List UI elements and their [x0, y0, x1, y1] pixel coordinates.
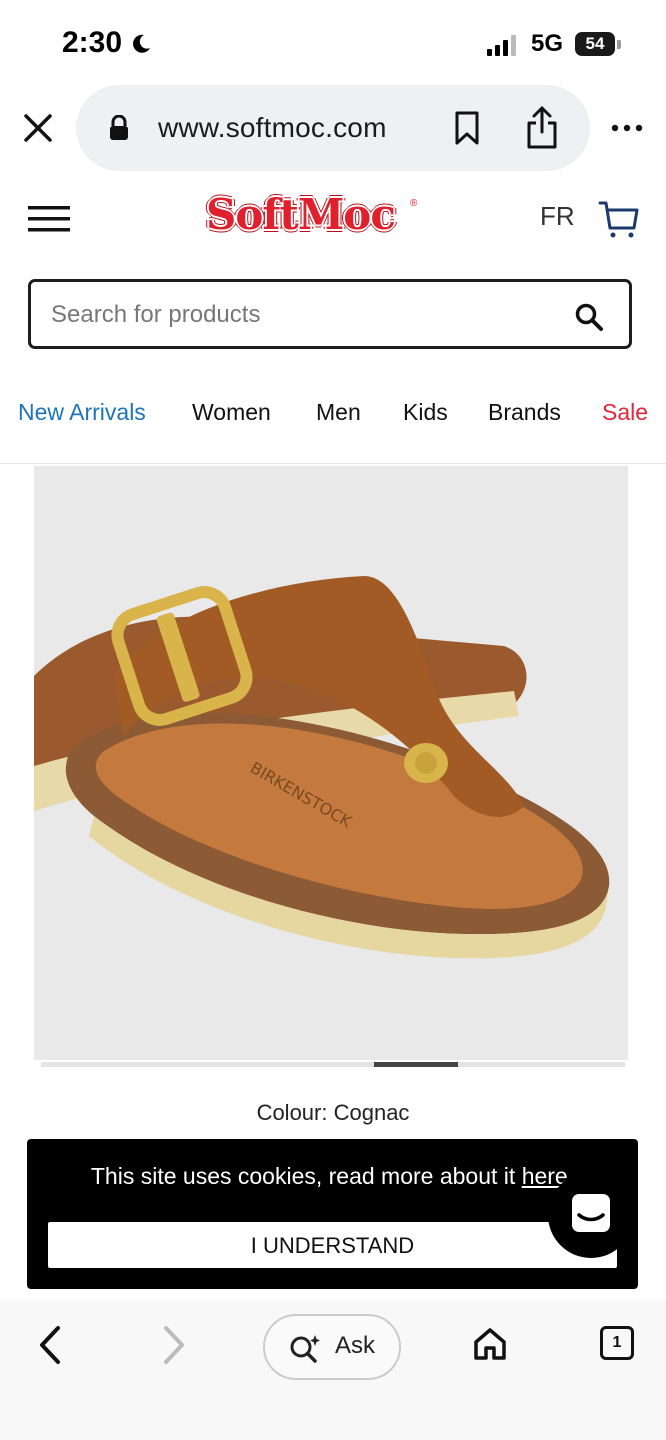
language-toggle-link[interactable]: FR — [540, 201, 575, 232]
signal-icon — [487, 35, 516, 56]
network-label: 5G — [531, 30, 564, 57]
ask-button[interactable]: Ask — [263, 1314, 401, 1380]
chat-icon — [572, 1194, 610, 1232]
carousel-progress[interactable] — [41, 1062, 625, 1067]
search-icon[interactable] — [574, 302, 604, 332]
cookie-message-text: This site uses cookies, read more about … — [90, 1163, 522, 1189]
product-image[interactable]: BIRKENSTOCK — [34, 466, 628, 1060]
nav-item-brands[interactable]: Brands — [488, 399, 561, 426]
cookie-message: This site uses cookies, read more about … — [27, 1163, 638, 1190]
url-text[interactable]: www.softmoc.com — [158, 112, 387, 144]
home-icon[interactable] — [472, 1326, 508, 1362]
cart-icon[interactable] — [598, 198, 640, 240]
nav-item-women[interactable]: Women — [192, 399, 271, 426]
nav-item-sale[interactable]: Sale — [602, 399, 648, 426]
share-icon[interactable] — [524, 104, 560, 150]
logo-text: SoftMoc — [206, 190, 396, 239]
close-icon[interactable] — [20, 110, 56, 146]
ask-label: Ask — [335, 1332, 376, 1359]
cookie-accept-button[interactable]: I UNDERSTAND — [48, 1222, 617, 1268]
nav-item-men[interactable]: Men — [316, 399, 361, 426]
chat-launcher-button[interactable] — [548, 1172, 634, 1258]
lock-icon — [110, 115, 128, 140]
search-input[interactable] — [51, 300, 551, 330]
back-icon[interactable] — [34, 1324, 64, 1366]
ask-sparkle-icon — [290, 1335, 320, 1363]
moon-icon — [133, 34, 150, 53]
product-gallery[interactable]: BIRKENSTOCK — [28, 466, 638, 1062]
softmoc-logo[interactable]: SoftMoc ® — [206, 190, 426, 246]
status-bar: 2:30 5G 54 — [0, 0, 666, 88]
battery-nub — [617, 40, 621, 49]
forward-icon — [164, 1326, 184, 1364]
category-nav: New Arrivals Women Men Kids Brands Sale — [0, 385, 666, 464]
tabs-icon[interactable]: 1 — [600, 1326, 634, 1360]
colour-label: Colour: Cognac — [256, 1100, 410, 1125]
hamburger-icon[interactable] — [28, 204, 70, 234]
logo-registered-mark: ® — [410, 198, 418, 209]
nav-item-kids[interactable]: Kids — [403, 399, 448, 426]
battery-level: 54 — [585, 34, 605, 53]
cookie-banner: This site uses cookies, read more about … — [27, 1139, 638, 1289]
search-box — [28, 279, 632, 349]
more-icon[interactable] — [610, 120, 644, 136]
bookmark-icon[interactable] — [452, 110, 482, 146]
carousel-indicator[interactable] — [374, 1062, 458, 1067]
status-time: 2:30 — [62, 26, 123, 59]
nav-item-new-arrivals[interactable]: New Arrivals — [18, 399, 146, 426]
tab-count: 1 — [612, 1334, 622, 1351]
browser-toolbar: Ask 1 — [0, 1300, 666, 1440]
battery-icon: 54 — [575, 32, 615, 56]
